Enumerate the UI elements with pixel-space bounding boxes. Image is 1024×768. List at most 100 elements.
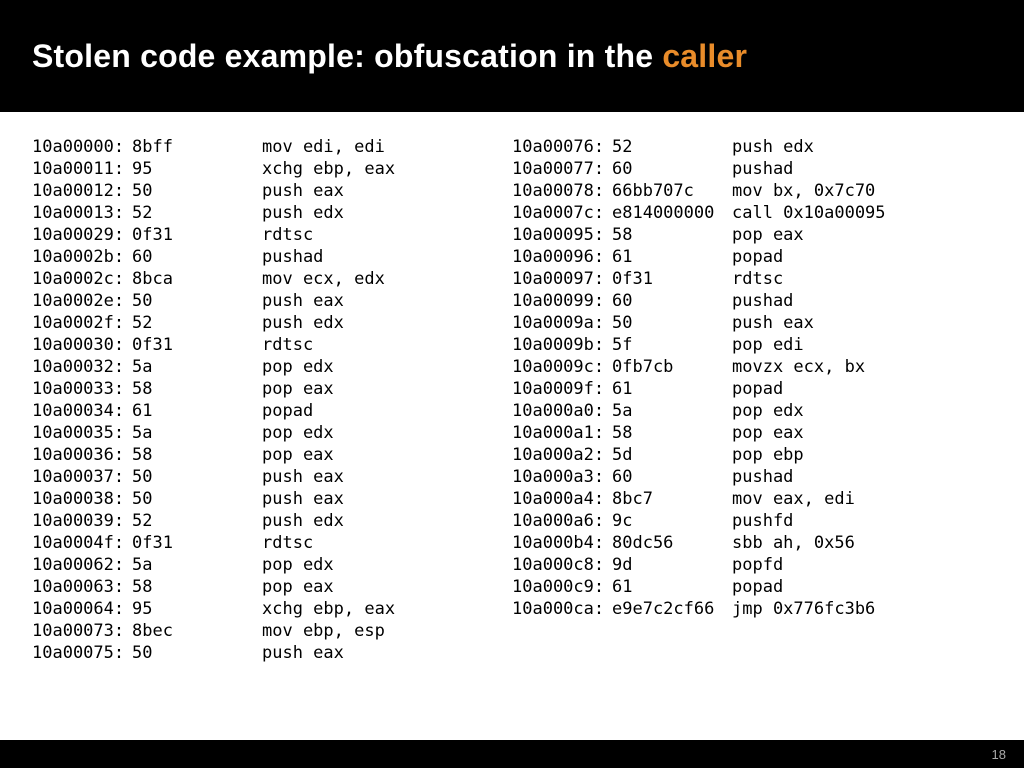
address: 10a0004f:	[32, 532, 132, 554]
disassembly-row: 10a0009f:61popad	[512, 378, 992, 400]
address: 10a00036:	[32, 444, 132, 466]
slide-title: Stolen code example: obfuscation in the …	[32, 38, 747, 75]
disassembly-row: 10a00034:61popad	[32, 400, 512, 422]
opcode-bytes: 50	[132, 488, 262, 510]
instruction: mov bx, 0x7c70	[732, 180, 875, 202]
instruction: popad	[262, 400, 313, 422]
disassembly-row: 10a0002e:50push eax	[32, 290, 512, 312]
instruction: pop edx	[262, 422, 334, 444]
address: 10a0002e:	[32, 290, 132, 312]
disassembly-row: 10a000a4:8bc7mov eax, edi	[512, 488, 992, 510]
page-number: 18	[992, 747, 1006, 762]
opcode-bytes: 58	[132, 576, 262, 598]
opcode-bytes: 9c	[612, 510, 732, 532]
address: 10a000ca:	[512, 598, 612, 620]
disassembly-row: 10a00012:50push eax	[32, 180, 512, 202]
disassembly-row: 10a0009b:5fpop edi	[512, 334, 992, 356]
instruction: pop eax	[732, 224, 804, 246]
instruction: movzx ecx, bx	[732, 356, 865, 378]
disassembly-row: 10a000b4:80dc56sbb ah, 0x56	[512, 532, 992, 554]
slide-body: 10a00000:8bffmov edi, edi10a00011:95xchg…	[0, 112, 1024, 740]
disassembly-row: 10a0002c:8bcamov ecx, edx	[32, 268, 512, 290]
instruction: xchg ebp, eax	[262, 158, 395, 180]
disassembly-row: 10a00032:5apop edx	[32, 356, 512, 378]
instruction: push eax	[732, 312, 814, 334]
disassembly-row: 10a0002f:52push edx	[32, 312, 512, 334]
opcode-bytes: 58	[612, 422, 732, 444]
disassembly-row: 10a00029:0f31rdtsc	[32, 224, 512, 246]
address: 10a0002c:	[32, 268, 132, 290]
address: 10a0009f:	[512, 378, 612, 400]
address: 10a00000:	[32, 136, 132, 158]
address: 10a0009a:	[512, 312, 612, 334]
disassembly-row: 10a000c9:61popad	[512, 576, 992, 598]
opcode-bytes: 80dc56	[612, 532, 732, 554]
instruction: pop eax	[262, 576, 334, 598]
address: 10a00078:	[512, 180, 612, 202]
slide-header: Stolen code example: obfuscation in the …	[0, 0, 1024, 112]
address: 10a00075:	[32, 642, 132, 664]
opcode-bytes: 50	[612, 312, 732, 334]
opcode-bytes: 0f31	[132, 334, 262, 356]
instruction: pushad	[262, 246, 323, 268]
instruction: pop ebp	[732, 444, 804, 466]
disassembly-row: 10a0004f:0f31rdtsc	[32, 532, 512, 554]
disassembly-row: 10a00036:58pop eax	[32, 444, 512, 466]
disassembly-column-right: 10a00076:52push edx10a00077:60pushad10a0…	[512, 136, 992, 740]
opcode-bytes: 0fb7cb	[612, 356, 732, 378]
disassembly-row: 10a00037:50push eax	[32, 466, 512, 488]
instruction: push edx	[262, 312, 344, 334]
disassembly-row: 10a00078:66bb707cmov bx, 0x7c70	[512, 180, 992, 202]
instruction: pop eax	[262, 444, 334, 466]
disassembly-row: 10a0007c:e814000000call 0x10a00095	[512, 202, 992, 224]
address: 10a0002f:	[32, 312, 132, 334]
disassembly-row: 10a00064:95xchg ebp, eax	[32, 598, 512, 620]
disassembly-row: 10a0009c:0fb7cbmovzx ecx, bx	[512, 356, 992, 378]
opcode-bytes: 8bc7	[612, 488, 732, 510]
address: 10a000a4:	[512, 488, 612, 510]
disassembly-row: 10a00077:60pushad	[512, 158, 992, 180]
opcode-bytes: 5d	[612, 444, 732, 466]
title-highlight: caller	[662, 38, 747, 74]
opcode-bytes: 58	[132, 378, 262, 400]
opcode-bytes: e814000000	[612, 202, 732, 224]
instruction: rdtsc	[262, 532, 313, 554]
address: 10a000a1:	[512, 422, 612, 444]
opcode-bytes: 60	[612, 466, 732, 488]
address: 10a00095:	[512, 224, 612, 246]
address: 10a00099:	[512, 290, 612, 312]
instruction: jmp 0x776fc3b6	[732, 598, 875, 620]
opcode-bytes: 52	[612, 136, 732, 158]
opcode-bytes: 61	[612, 576, 732, 598]
address: 10a00011:	[32, 158, 132, 180]
instruction: sbb ah, 0x56	[732, 532, 855, 554]
instruction: pop edi	[732, 334, 804, 356]
instruction: pop edx	[732, 400, 804, 422]
opcode-bytes: 5a	[132, 422, 262, 444]
disassembly-row: 10a00013:52push edx	[32, 202, 512, 224]
instruction: pop eax	[262, 378, 334, 400]
instruction: popad	[732, 246, 783, 268]
instruction: push edx	[262, 202, 344, 224]
disassembly-row: 10a0002b:60pushad	[32, 246, 512, 268]
opcode-bytes: e9e7c2cf66	[612, 598, 732, 620]
opcode-bytes: 0f31	[132, 224, 262, 246]
slide: Stolen code example: obfuscation in the …	[0, 0, 1024, 768]
address: 10a00073:	[32, 620, 132, 642]
opcode-bytes: 60	[612, 158, 732, 180]
disassembly-row: 10a00038:50push eax	[32, 488, 512, 510]
instruction: push eax	[262, 290, 344, 312]
disassembly-row: 10a00063:58pop eax	[32, 576, 512, 598]
instruction: push edx	[262, 510, 344, 532]
disassembly-row: 10a000a0:5apop edx	[512, 400, 992, 422]
address: 10a00097:	[512, 268, 612, 290]
disassembly-row: 10a00062:5apop edx	[32, 554, 512, 576]
instruction: rdtsc	[262, 334, 313, 356]
disassembly-row: 10a00033:58pop eax	[32, 378, 512, 400]
opcode-bytes: 5a	[612, 400, 732, 422]
address: 10a0007c:	[512, 202, 612, 224]
disassembly-row: 10a000a3:60pushad	[512, 466, 992, 488]
instruction: mov eax, edi	[732, 488, 855, 510]
address: 10a0009b:	[512, 334, 612, 356]
address: 10a00035:	[32, 422, 132, 444]
